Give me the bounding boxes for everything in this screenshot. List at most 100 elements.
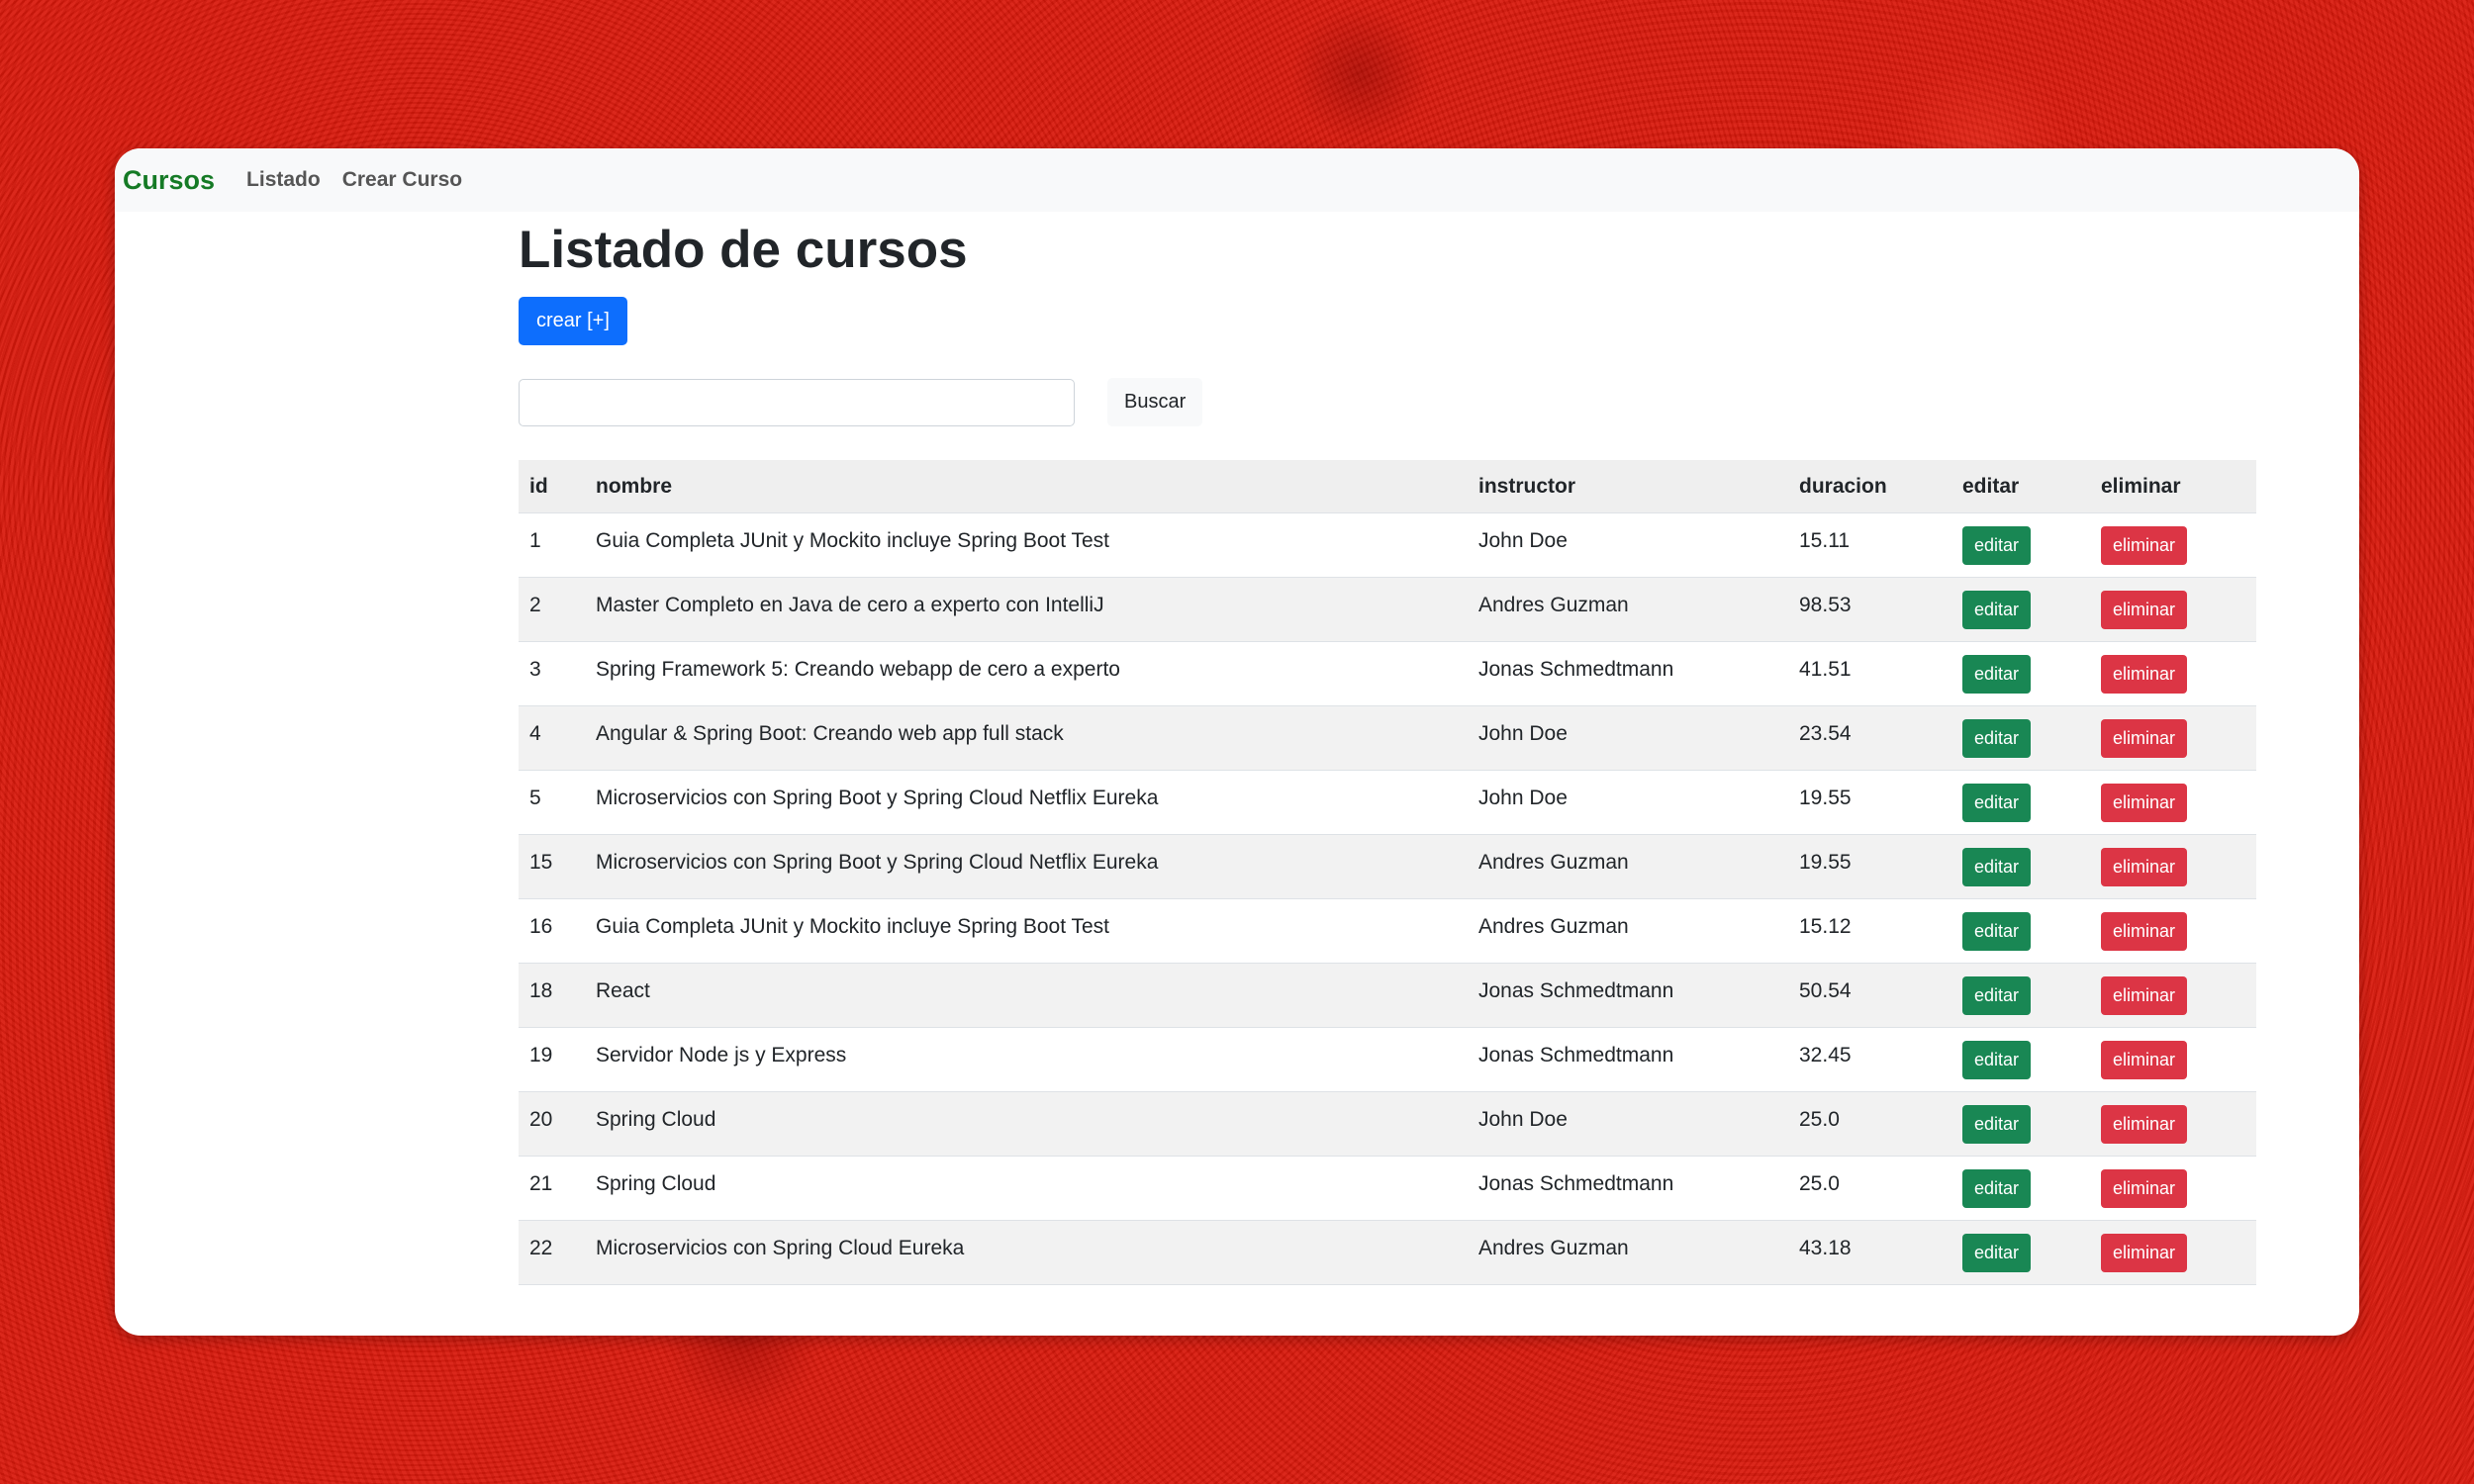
table-body: 1 Guia Completa JUnit y Mockito incluye S… (519, 512, 2256, 1286)
cell-instructor-text: Jonas Schmedtmann (1478, 658, 1674, 682)
cell-duracion-text: 32.45 (1799, 1044, 1852, 1067)
edit-button[interactable]: editar (1962, 1104, 2032, 1144)
cell-duracion-text: 19.55 (1799, 851, 1852, 875)
cell-duracion: 98.53 (1788, 577, 1951, 643)
delete-button[interactable]: eliminar (2101, 975, 2188, 1015)
delete-button[interactable]: eliminar (2101, 1233, 2188, 1272)
create-course-button[interactable]: crear [+] (519, 297, 627, 346)
cell-instructor-text: John Doe (1478, 529, 1568, 553)
table-row: 22 Microservicios con Spring Cloud Eureka… (519, 1220, 2256, 1286)
cell-instructor: John Doe (1468, 705, 1788, 772)
edit-button[interactable]: editar (1962, 590, 2032, 629)
cell-instructor: Jonas Schmedtmann (1468, 1027, 1788, 1093)
delete-button[interactable]: eliminar (2101, 525, 2188, 565)
cell-nombre-text: Microservicios con Spring Cloud Eureka (596, 1237, 965, 1260)
edit-button[interactable]: editar (1962, 783, 2032, 822)
cell-instructor: Andres Guzman (1468, 1220, 1788, 1286)
cell-nombre: Servidor Node js y Express (585, 1027, 1468, 1093)
delete-button[interactable]: eliminar (2101, 590, 2188, 629)
courses-table: id nombre instructor duracion editar eli… (519, 460, 2256, 1286)
table-row: 18 React Jonas Schmedtmann 50.54 editar elimi… (519, 963, 2256, 1029)
cell-nombre-text: Spring Cloud (596, 1172, 716, 1196)
cell-duracion-text: 19.55 (1799, 787, 1852, 810)
edit-button[interactable]: editar (1962, 1168, 2032, 1208)
cell-id: 1 (519, 512, 585, 579)
search-button[interactable]: Buscar (1107, 378, 1203, 427)
cell-nombre: Guia Completa JUnit y Mockito incluye Sp… (585, 898, 1468, 965)
delete-button[interactable]: eliminar (2101, 654, 2188, 694)
cell-id: 4 (519, 705, 585, 772)
edit-button[interactable]: editar (1962, 911, 2032, 951)
cell-editar: editar (1951, 1156, 2090, 1222)
delete-button[interactable]: eliminar (2101, 911, 2188, 951)
cell-duracion: 41.51 (1788, 641, 1951, 707)
cell-instructor-text: Andres Guzman (1478, 1237, 1629, 1260)
table-row: 3 Spring Framework 5: Creando webapp de c… (519, 641, 2256, 707)
edit-button[interactable]: editar (1962, 847, 2032, 886)
cell-nombre: Microservicios con Spring Cloud Eureka (585, 1220, 1468, 1286)
nav-link-listado[interactable]: Listado (246, 168, 321, 192)
cell-instructor: Jonas Schmedtmann (1468, 963, 1788, 1029)
main-content: Listado de cursos crear [+] Buscar id no… (519, 212, 2256, 1286)
cell-id: 16 (519, 898, 585, 965)
cell-id-text: 16 (529, 915, 553, 939)
cell-nombre: Master Completo en Java de cero a expert… (585, 577, 1468, 643)
table-row: 20 Spring Cloud John Doe 25.0 editar eliminar (519, 1091, 2256, 1158)
table-row: 15 Microservicios con Spring Boot y Sprin… (519, 834, 2256, 900)
cell-id-text: 22 (529, 1237, 553, 1260)
cell-id: 2 (519, 577, 585, 643)
cell-id-text: 5 (529, 787, 541, 810)
delete-button[interactable]: eliminar (2101, 847, 2188, 886)
header-duracion: duracion (1788, 460, 1951, 514)
cell-instructor: Andres Guzman (1468, 577, 1788, 643)
cell-eliminar: eliminar (2090, 963, 2256, 1029)
cell-id: 22 (519, 1220, 585, 1286)
cell-duracion: 19.55 (1788, 834, 1951, 900)
table-header-row: id nombre instructor duracion editar eli… (519, 460, 2256, 514)
cell-id-text: 20 (529, 1108, 553, 1132)
header-eliminar: eliminar (2090, 460, 2256, 514)
delete-button[interactable]: eliminar (2101, 718, 2188, 758)
cell-id-text: 4 (529, 722, 541, 746)
cell-instructor-text: John Doe (1478, 1108, 1568, 1132)
cell-instructor-text: John Doe (1478, 722, 1568, 746)
header-instructor: instructor (1468, 460, 1788, 514)
cell-id-text: 2 (529, 594, 541, 617)
cell-id-text: 3 (529, 658, 541, 682)
cell-duracion: 19.55 (1788, 770, 1951, 836)
cell-id-text: 19 (529, 1044, 553, 1067)
edit-button[interactable]: editar (1962, 525, 2032, 565)
delete-button[interactable]: eliminar (2101, 1040, 2188, 1079)
cell-duracion-text: 25.0 (1799, 1108, 1840, 1132)
table-row: 21 Spring Cloud Jonas Schmedtmann 25.0 edita… (519, 1156, 2256, 1222)
cell-id: 19 (519, 1027, 585, 1093)
edit-button[interactable]: editar (1962, 1040, 2032, 1079)
cell-duracion: 25.0 (1788, 1091, 1951, 1158)
cell-nombre-text: Microservicios con Spring Boot y Spring … (596, 787, 1159, 810)
delete-button[interactable]: eliminar (2101, 1168, 2188, 1208)
cell-nombre: React (585, 963, 1468, 1029)
edit-button[interactable]: editar (1962, 975, 2032, 1015)
cell-eliminar: eliminar (2090, 512, 2256, 579)
cell-duracion: 15.11 (1788, 512, 1951, 579)
cell-editar: editar (1951, 577, 2090, 643)
search-input[interactable] (519, 378, 1075, 426)
cell-id: 20 (519, 1091, 585, 1158)
cell-editar: editar (1951, 834, 2090, 900)
cell-nombre-text: Servidor Node js y Express (596, 1044, 847, 1067)
navbar-brand[interactable]: Cursos (123, 165, 215, 196)
cell-instructor-text: Andres Guzman (1478, 594, 1629, 617)
table-row: 19 Servidor Node js y Express Jonas Schmed… (519, 1027, 2256, 1093)
edit-button[interactable]: editar (1962, 1233, 2032, 1272)
edit-button[interactable]: editar (1962, 718, 2032, 758)
cell-id: 3 (519, 641, 585, 707)
cell-id: 18 (519, 963, 585, 1029)
edit-button[interactable]: editar (1962, 654, 2032, 694)
cell-duracion: 43.18 (1788, 1220, 1951, 1286)
cell-duracion-text: 98.53 (1799, 594, 1852, 617)
cell-duracion: 32.45 (1788, 1027, 1951, 1093)
delete-button[interactable]: eliminar (2101, 1104, 2188, 1144)
cell-instructor: Andres Guzman (1468, 834, 1788, 900)
nav-link-crear-curso[interactable]: Crear Curso (342, 168, 462, 192)
delete-button[interactable]: eliminar (2101, 783, 2188, 822)
